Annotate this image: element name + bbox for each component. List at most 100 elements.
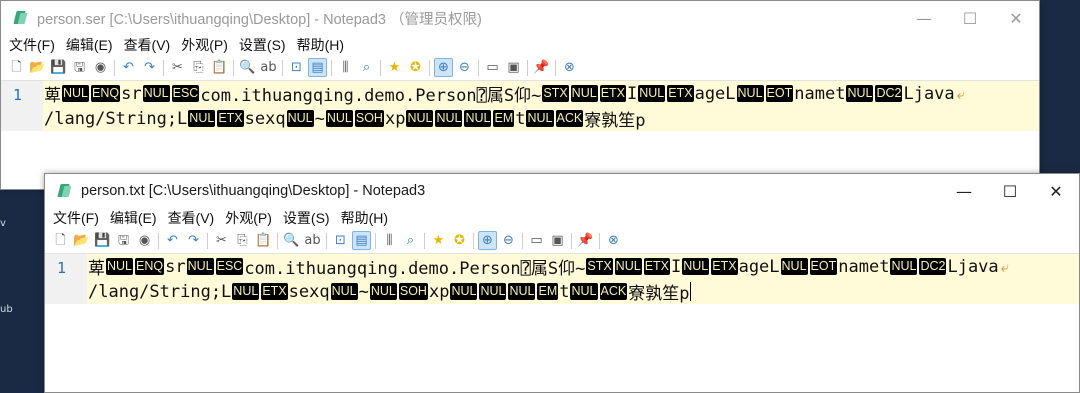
control-char-badge: ETX [217,110,244,127]
cut-icon[interactable]: ✂ [168,58,187,77]
control-char-badge: ACK [599,283,628,300]
schema-icon[interactable]: ▭ [483,58,502,77]
goto-icon[interactable]: ⊡ [287,58,306,77]
add-favorite-icon[interactable]: ✪ [450,231,469,250]
add-favorite-icon[interactable]: ✪ [406,58,425,77]
new-file-icon[interactable]: 🗋 [51,231,70,250]
customize-icon[interactable]: ▣ [504,58,523,77]
save-as-icon[interactable]: 🖫 [70,58,89,77]
schema-icon[interactable]: ▭ [527,231,546,250]
control-char-badge: ENQ [91,85,121,102]
browse-icon[interactable]: ◉ [91,58,110,77]
toolbar-separator [555,59,556,76]
notepad3-window-person-txt[interactable]: person.txt [C:\Users\ithuangqing\Desktop… [44,173,1080,393]
toolbar-separator [326,232,327,249]
maximize-button[interactable]: ☐ [947,1,993,35]
favorite-icon[interactable]: ★ [385,58,404,77]
word-wrap-marker-icon: ⤶ [956,84,966,103]
find-icon[interactable]: 🔍 [238,58,257,77]
toolbar-separator [282,59,283,76]
replace-icon[interactable]: ab [259,58,278,77]
menu-edit[interactable]: 编辑(E) [110,208,157,228]
zoom-out-icon[interactable]: ⊖ [499,231,518,250]
close-button[interactable]: ✕ [993,1,1039,35]
menu-settings[interactable]: 设置(S) [239,35,286,55]
paste-icon[interactable]: 📋 [254,231,273,250]
text-segment: xp [428,281,450,302]
title-bar[interactable]: person.txt [C:\Users\ithuangqing\Desktop… [45,174,1079,208]
caption-buttons: — ☐ ✕ [901,1,1039,35]
save-icon[interactable]: 💾 [93,231,112,250]
open-folder-icon[interactable]: 📂 [28,58,47,77]
editor[interactable]: 1 萆 NUL ENQ sr NUL ESC com.ithuangqing.demo.Pe… [45,254,1079,304]
goto-icon[interactable]: ⊡ [331,231,350,250]
redo-icon[interactable]: ↷ [184,231,203,250]
minimize-button[interactable]: — [901,1,947,35]
cut-icon[interactable]: ✂ [212,231,231,250]
paste-icon[interactable]: 📋 [210,58,229,77]
menu-appearance[interactable]: 外观(P) [225,208,272,228]
zoom-find-icon[interactable]: ⌕ [401,231,420,250]
menu-file[interactable]: 文件(F) [9,35,55,55]
menu-help[interactable]: 帮助(H) [341,208,388,228]
menu-appearance[interactable]: 外观(P) [181,35,228,55]
desktop-edge-text: ub [0,304,13,315]
control-char-badge: ESC [215,258,244,275]
text-area[interactable]: 萆 NUL ENQ sr NUL ESC com.ithuangqing.demo.Pers… [87,254,1079,304]
close-button[interactable]: ✕ [1033,174,1079,208]
maximize-button[interactable]: ☐ [987,174,1033,208]
find-icon[interactable]: 🔍 [282,231,301,250]
exit-icon[interactable]: ⊗ [604,231,623,250]
customize-icon[interactable]: ▣ [548,231,567,250]
save-icon[interactable]: 💾 [49,58,68,77]
zoom-in-icon[interactable]: ⊕ [434,58,453,77]
notepad3-app-icon [57,183,73,199]
replace-icon[interactable]: ab [303,231,322,250]
control-char-badge: NUL [846,85,874,102]
menu-view[interactable]: 查看(V) [168,208,215,228]
copy-icon[interactable]: ⎘ [233,231,252,250]
menu-view[interactable]: 查看(V) [124,35,171,55]
menu-settings[interactable]: 设置(S) [283,208,330,228]
exit-icon[interactable]: ⊗ [560,58,579,77]
editor[interactable]: 1 萆 NUL ENQ sr NUL ESC com.ithuangqing.demo.Pe… [1,81,1039,131]
text-segment: ~ [314,108,325,129]
zoom-out-icon[interactable]: ⊖ [455,58,474,77]
redo-icon[interactable]: ↷ [140,58,159,77]
undo-icon[interactable]: ↶ [163,231,182,250]
zoom-in-icon[interactable]: ⊕ [478,231,497,250]
minimize-button[interactable]: — [941,174,987,208]
control-char-badge: NUL [638,85,666,102]
menu-help[interactable]: 帮助(H) [297,35,344,55]
toolbar: 🗋 📂 💾 🖫 ◉ ↶ ↷ ✂ ⎘ 📋 🔍 ab ⊡ ▤ ⫼ ⌕ ★ ✪ ⊕ ⊖ ▭ ▣ 📌 ⊗ [1,55,1039,81]
text-segment: Ljava [903,83,955,104]
menu-bar: 文件(F) 编辑(E) 查看(V) 外观(P) 设置(S) 帮助(H) [1,35,1039,55]
column-icon[interactable]: ⫼ [336,58,355,77]
notepad3-window-person-ser[interactable]: person.ser [C:\Users\ithuangqing\Desktop… [0,0,1040,190]
new-file-icon[interactable]: 🗋 [7,58,26,77]
control-char-badge: ESC [171,85,200,102]
pin-icon[interactable]: 📌 [532,58,551,77]
text-segment: namet [794,83,846,104]
column-icon[interactable]: ⫼ [380,231,399,250]
title-bar[interactable]: person.ser [C:\Users\ithuangqing\Desktop… [1,1,1039,35]
text-segment: 萆 [44,86,61,106]
undo-icon[interactable]: ↶ [119,58,138,77]
zoom-find-icon[interactable]: ⌕ [357,58,376,77]
word-wrap-icon[interactable]: ▤ [308,58,327,77]
toolbar-separator [158,232,159,249]
text-segment: 萆 [88,259,105,279]
control-char-badge: ETX [261,283,288,300]
word-wrap-icon[interactable]: ▤ [352,231,371,250]
text-area[interactable]: 萆 NUL ENQ sr NUL ESC com.ithuangqing.demo.Pers… [43,81,1039,131]
control-char-badge: DC2 [919,258,947,275]
browse-icon[interactable]: ◉ [135,231,154,250]
copy-icon[interactable]: ⎘ [189,58,208,77]
text-segment: t [559,281,570,302]
pin-icon[interactable]: 📌 [576,231,595,250]
menu-edit[interactable]: 编辑(E) [66,35,113,55]
save-as-icon[interactable]: 🖫 [114,231,133,250]
favorite-icon[interactable]: ★ [429,231,448,250]
menu-file[interactable]: 文件(F) [53,208,99,228]
open-folder-icon[interactable]: 📂 [72,231,91,250]
